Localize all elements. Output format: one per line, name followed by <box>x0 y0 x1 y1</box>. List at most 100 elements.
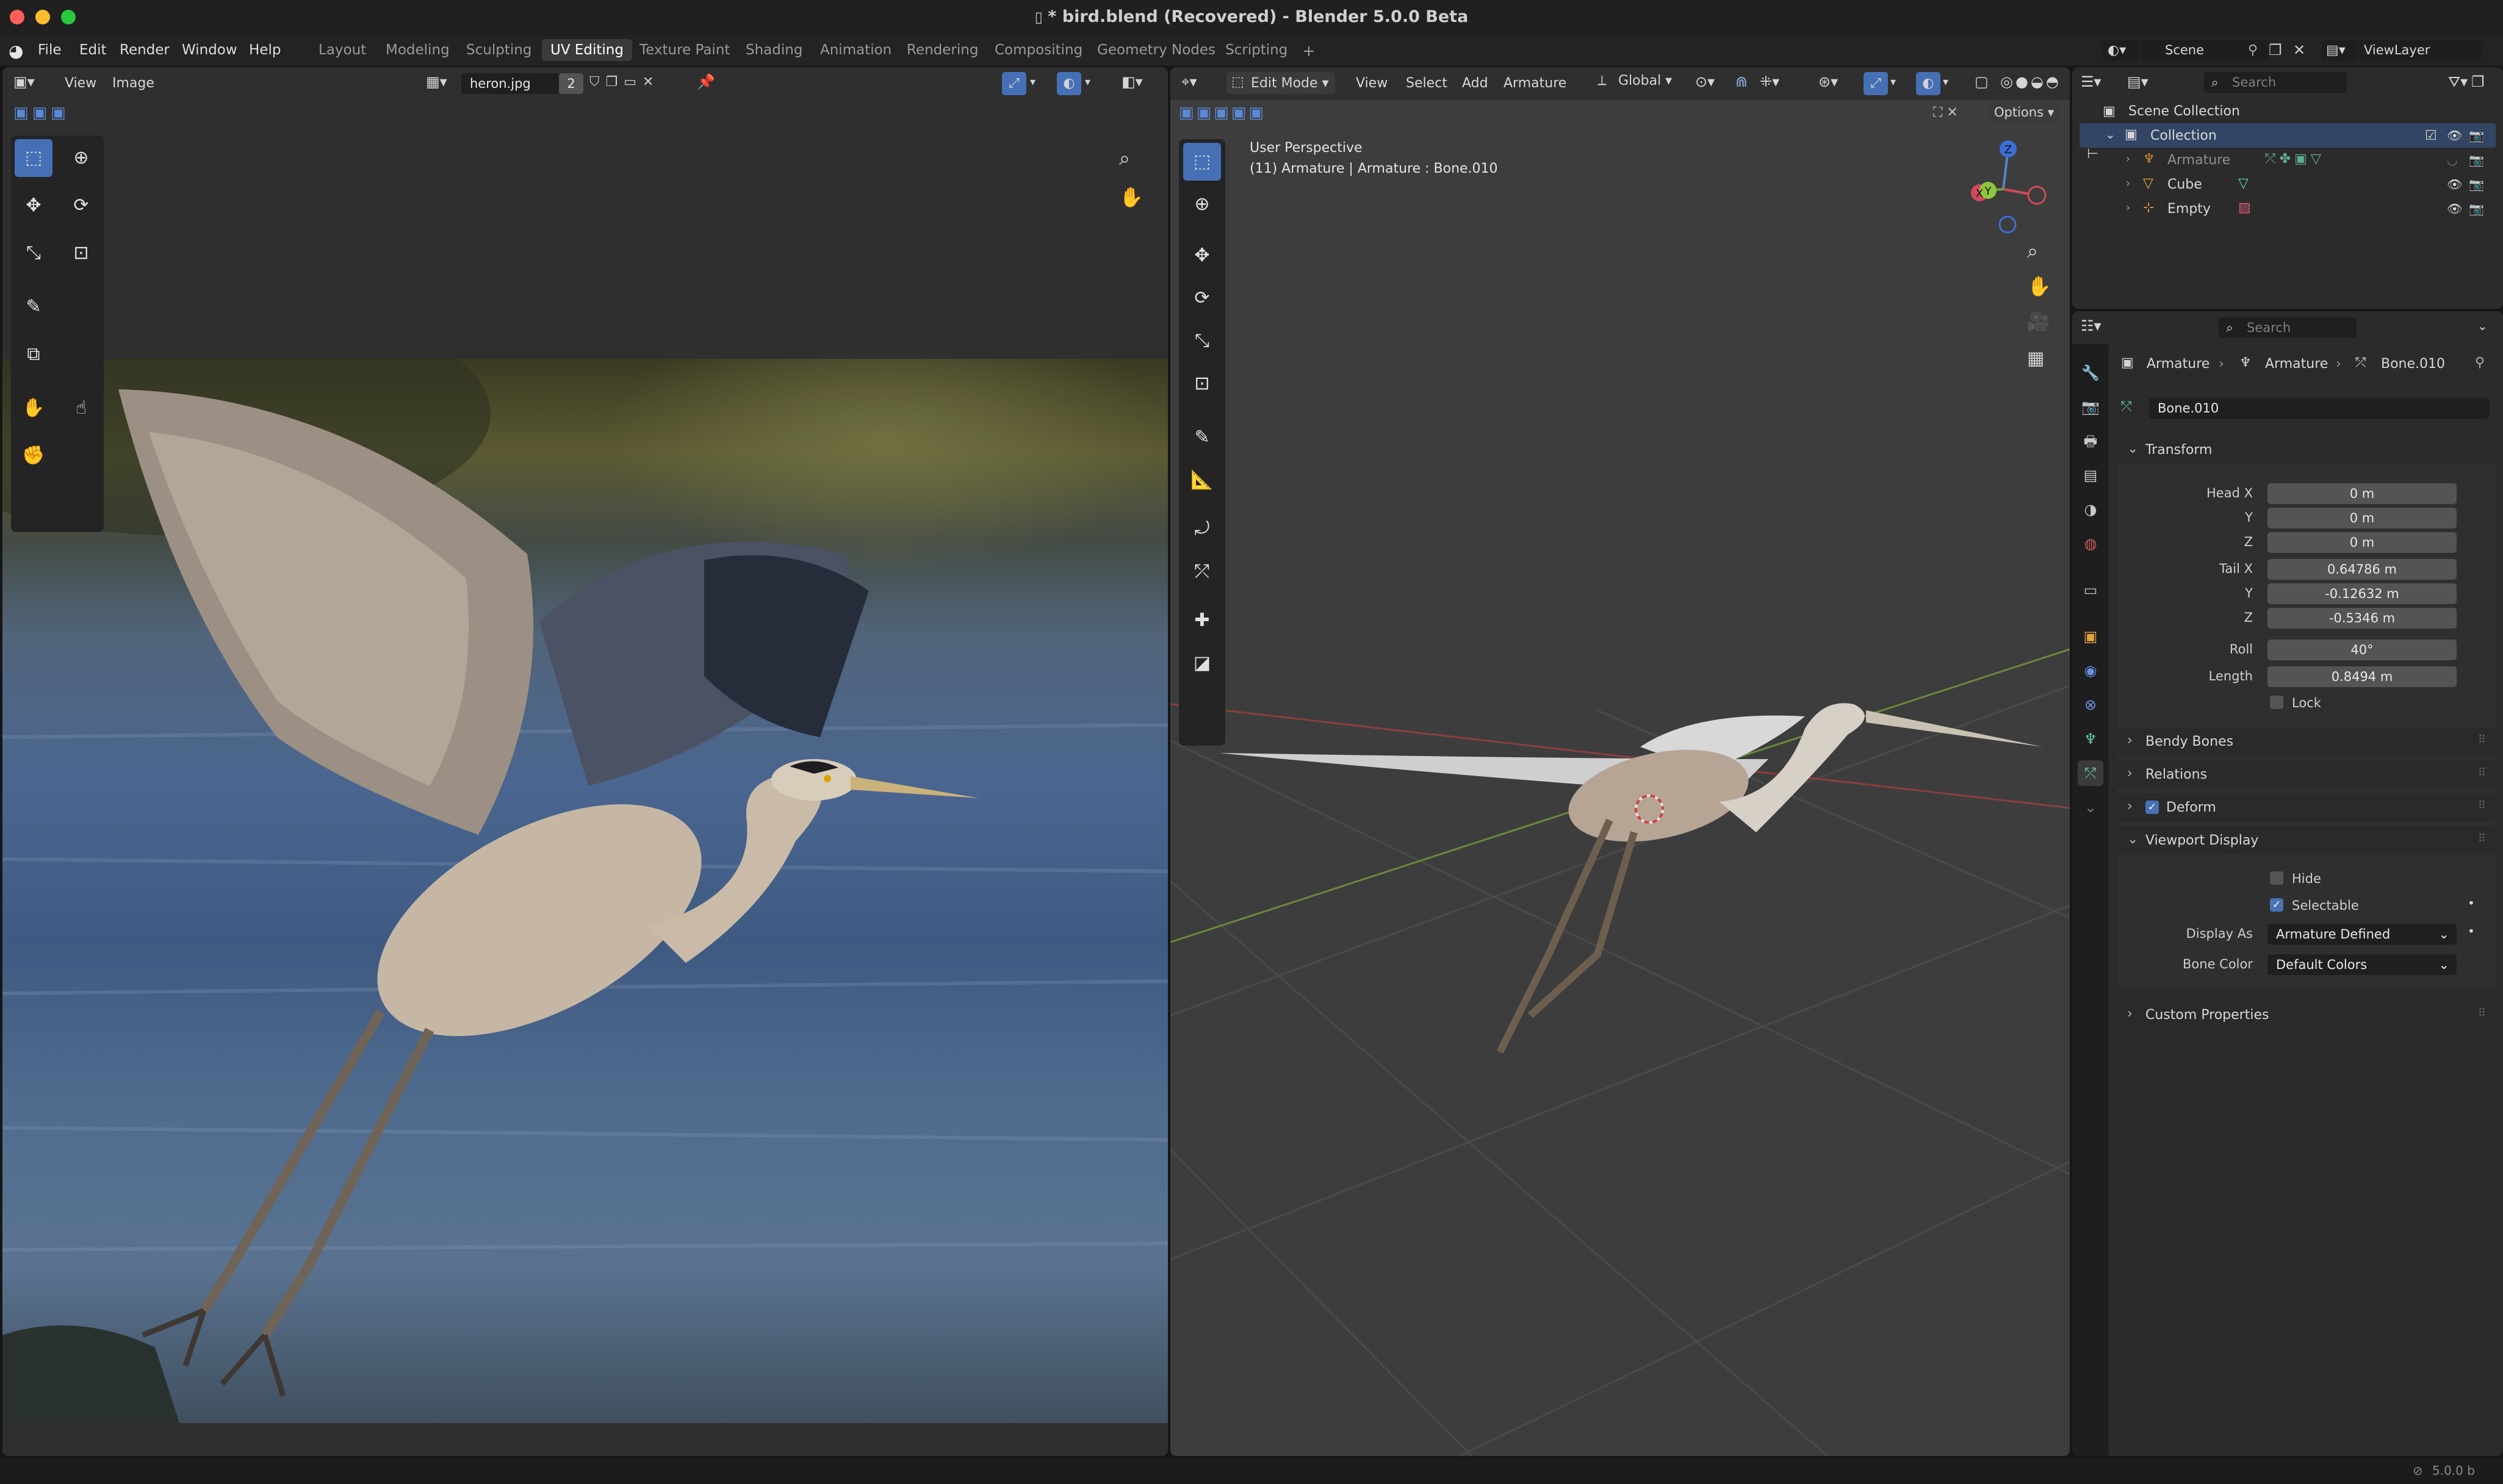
image-name-field[interactable]: heron.jpg <box>461 73 559 94</box>
filter-icon[interactable]: ⛛▾ <box>2448 73 2468 90</box>
tab-animation[interactable]: Animation <box>812 39 900 61</box>
length-field[interactable]: 0.8494 m <box>2267 666 2457 687</box>
viewport-menu-view[interactable]: View <box>1356 76 1388 91</box>
cursor-tool[interactable]: ⊕ <box>1183 186 1221 223</box>
viewport-display-panel-header[interactable]: ⌄ Viewport Display ⠿ <box>2117 826 2496 854</box>
orientation-dropdown[interactable]: ⟂ Global ▾ <box>1594 73 1672 95</box>
chevron-down-icon[interactable]: ⌄ <box>2477 319 2488 333</box>
perspective-toggle-icon[interactable]: ▦ <box>2027 348 2044 369</box>
rotate-tool[interactable]: ⟳ <box>1183 279 1221 317</box>
visibility-eye-icon[interactable]: 👁 <box>2447 177 2462 192</box>
bone-envelope-tool[interactable]: ◪ <box>1183 644 1221 682</box>
drag-handle-icon[interactable]: ⠿ <box>2478 799 2486 812</box>
tail-z-field[interactable]: -0.5346 m <box>2267 608 2457 629</box>
select-box-tool[interactable]: ⬚ <box>15 139 52 177</box>
gizmo-toggle-icon[interactable]: ⤢ <box>1864 72 1888 95</box>
breadcrumb-object[interactable]: Armature <box>2147 356 2209 372</box>
tab-compositing[interactable]: Compositing <box>986 39 1091 61</box>
render-camera-icon[interactable]: 📷 <box>2469 177 2484 192</box>
pin-scene-icon[interactable]: ⚲ <box>2248 43 2258 58</box>
scene-tab-icon[interactable]: ◑ <box>2078 497 2103 522</box>
tab-texture-paint[interactable]: Texture Paint <box>631 39 738 61</box>
rip-tool[interactable]: ⧉ <box>15 336 52 373</box>
viewport-menu-select[interactable]: Select <box>1406 76 1447 91</box>
chevron-down-icon[interactable]: ▾ <box>1085 76 1090 88</box>
menu-window[interactable]: Window <box>182 42 237 58</box>
uv-sync-icon[interactable]: ⤢ <box>1002 72 1026 95</box>
pinch-tool[interactable]: ✊ <box>15 437 52 475</box>
scale-tool[interactable]: ⤡ <box>15 234 52 272</box>
tail-x-field[interactable]: 0.64786 m <box>2267 559 2457 580</box>
lock-checkbox[interactable] <box>2270 696 2283 709</box>
collection-tab-icon[interactable]: ▭ <box>2078 577 2103 603</box>
head-z-field[interactable]: 0 m <box>2267 532 2457 553</box>
hide-checkbox[interactable] <box>2270 871 2283 885</box>
editor-type-icon[interactable]: ⌖▾ <box>1181 73 1197 90</box>
snap-icon[interactable]: ⋒ <box>1735 73 1748 90</box>
scale-tool[interactable]: ⤡ <box>1183 322 1221 360</box>
render-camera-icon[interactable]: 📷 <box>2469 201 2484 216</box>
overlays-icon[interactable]: ◐ <box>1916 72 1940 95</box>
bone-size-tool[interactable]: ⤱ <box>1183 553 1221 591</box>
image-browse-icon[interactable]: ▦▾ <box>426 73 447 90</box>
viewport-menu-armature[interactable]: Armature <box>1504 76 1566 91</box>
xray-toggle-icons[interactable]: ⛶ ✕ <box>1933 105 1958 120</box>
chevron-down-icon[interactable]: ▾ <box>1030 76 1035 88</box>
render-camera-icon[interactable]: 📷 <box>2469 153 2484 167</box>
deform-checkbox[interactable]: ✓ <box>2145 801 2159 814</box>
zoom-icon[interactable]: ⌕ <box>1119 146 1130 170</box>
image-actions-icons[interactable]: ⛉❐▭✕ <box>589 74 660 90</box>
object-tab-icon[interactable]: ▣ <box>2078 624 2103 649</box>
uv-menu-view[interactable]: View <box>65 76 96 91</box>
blender-logo-icon[interactable]: ◕ <box>9 41 23 61</box>
physics-tab-icon[interactable]: ◉ <box>2078 658 2103 683</box>
chevron-right-icon[interactable]: › <box>2126 201 2130 214</box>
bone-color-dropdown[interactable]: Default Colors ⌄ <box>2267 954 2457 975</box>
head-x-field[interactable]: 0 m <box>2267 483 2457 504</box>
drag-handle-icon[interactable]: ⠿ <box>2478 766 2486 779</box>
display-channels-icon[interactable]: ◧▾ <box>1122 73 1143 90</box>
outliner-editor-type-icon[interactable]: ☰▾ <box>2081 73 2101 90</box>
bone-tab-icon[interactable]: ⤱ <box>2078 760 2103 786</box>
outliner-search-input[interactable]: ⌕ Search <box>2204 72 2347 93</box>
uv-menu-image[interactable]: Image <box>112 76 154 91</box>
image-users-count[interactable]: 2 <box>559 73 583 94</box>
tab-layout[interactable]: Layout <box>310 39 375 61</box>
drag-handle-icon[interactable]: ⠿ <box>2478 832 2486 845</box>
drag-handle-icon[interactable]: ⠿ <box>2478 1007 2486 1020</box>
shading-mode-icons[interactable]: ◎●◒◓ <box>2000 73 2061 90</box>
display-as-dropdown[interactable]: Armature Defined ⌄ <box>2267 924 2457 945</box>
annotate-tool[interactable]: ✎ <box>15 288 52 326</box>
relations-panel-header[interactable]: › Relations ⠿ <box>2117 760 2496 788</box>
outliner-item-empty[interactable]: Empty <box>2167 201 2211 217</box>
new-scene-icon[interactable]: ❐ <box>2269 41 2282 59</box>
custom-properties-panel-header[interactable]: › Custom Properties ⠿ <box>2117 1001 2496 1029</box>
pin-icon[interactable]: ⚲ <box>2475 355 2485 370</box>
world-tab-icon[interactable]: ◍ <box>2078 531 2103 556</box>
viewport-canvas[interactable] <box>1170 100 2070 1456</box>
rotate-tool[interactable]: ⟳ <box>62 187 100 225</box>
editor-type-icon[interactable]: ▣▾ <box>13 73 35 90</box>
select-box-tool[interactable]: ⬚ <box>1183 143 1221 181</box>
deform-panel-header[interactable]: › ✓ Deform ⠿ <box>2117 793 2496 821</box>
bone-constraints-tab-icon[interactable]: ⌄ <box>2078 794 2103 820</box>
relax-tool[interactable]: ☝ <box>62 389 100 427</box>
scene-collection-label[interactable]: Scene Collection <box>2128 104 2240 119</box>
menu-help[interactable]: Help <box>249 42 281 58</box>
render-tab-icon[interactable]: 📷 <box>2078 394 2103 420</box>
annotate-tool[interactable]: ✎ <box>1183 419 1221 456</box>
drag-handle-icon[interactable]: ⠿ <box>2478 733 2486 746</box>
tab-shading[interactable]: Shading <box>737 39 811 61</box>
output-tab-icon[interactable]: 🖶 <box>2078 428 2103 454</box>
render-camera-icon[interactable]: 📷 <box>2469 128 2484 143</box>
menu-file[interactable]: File <box>38 42 62 58</box>
visibility-eye-icon[interactable]: 👁 <box>2447 201 2462 216</box>
overlays-icon[interactable]: ◐ <box>1057 72 1081 95</box>
mode-dropdown[interactable]: ⬚ Edit Mode ▾ <box>1226 72 1335 94</box>
tab-sculpting[interactable]: Sculpting <box>458 39 540 61</box>
visibility-eye-icon[interactable]: 👁 <box>2447 128 2462 143</box>
properties-search-input[interactable]: ⌕ Search <box>2219 317 2357 338</box>
exclude-checkbox-icon[interactable]: ☑ <box>2425 128 2437 143</box>
viewport-menu-add[interactable]: Add <box>1462 76 1488 91</box>
view-layer-field[interactable]: ViewLayer <box>2359 40 2481 60</box>
